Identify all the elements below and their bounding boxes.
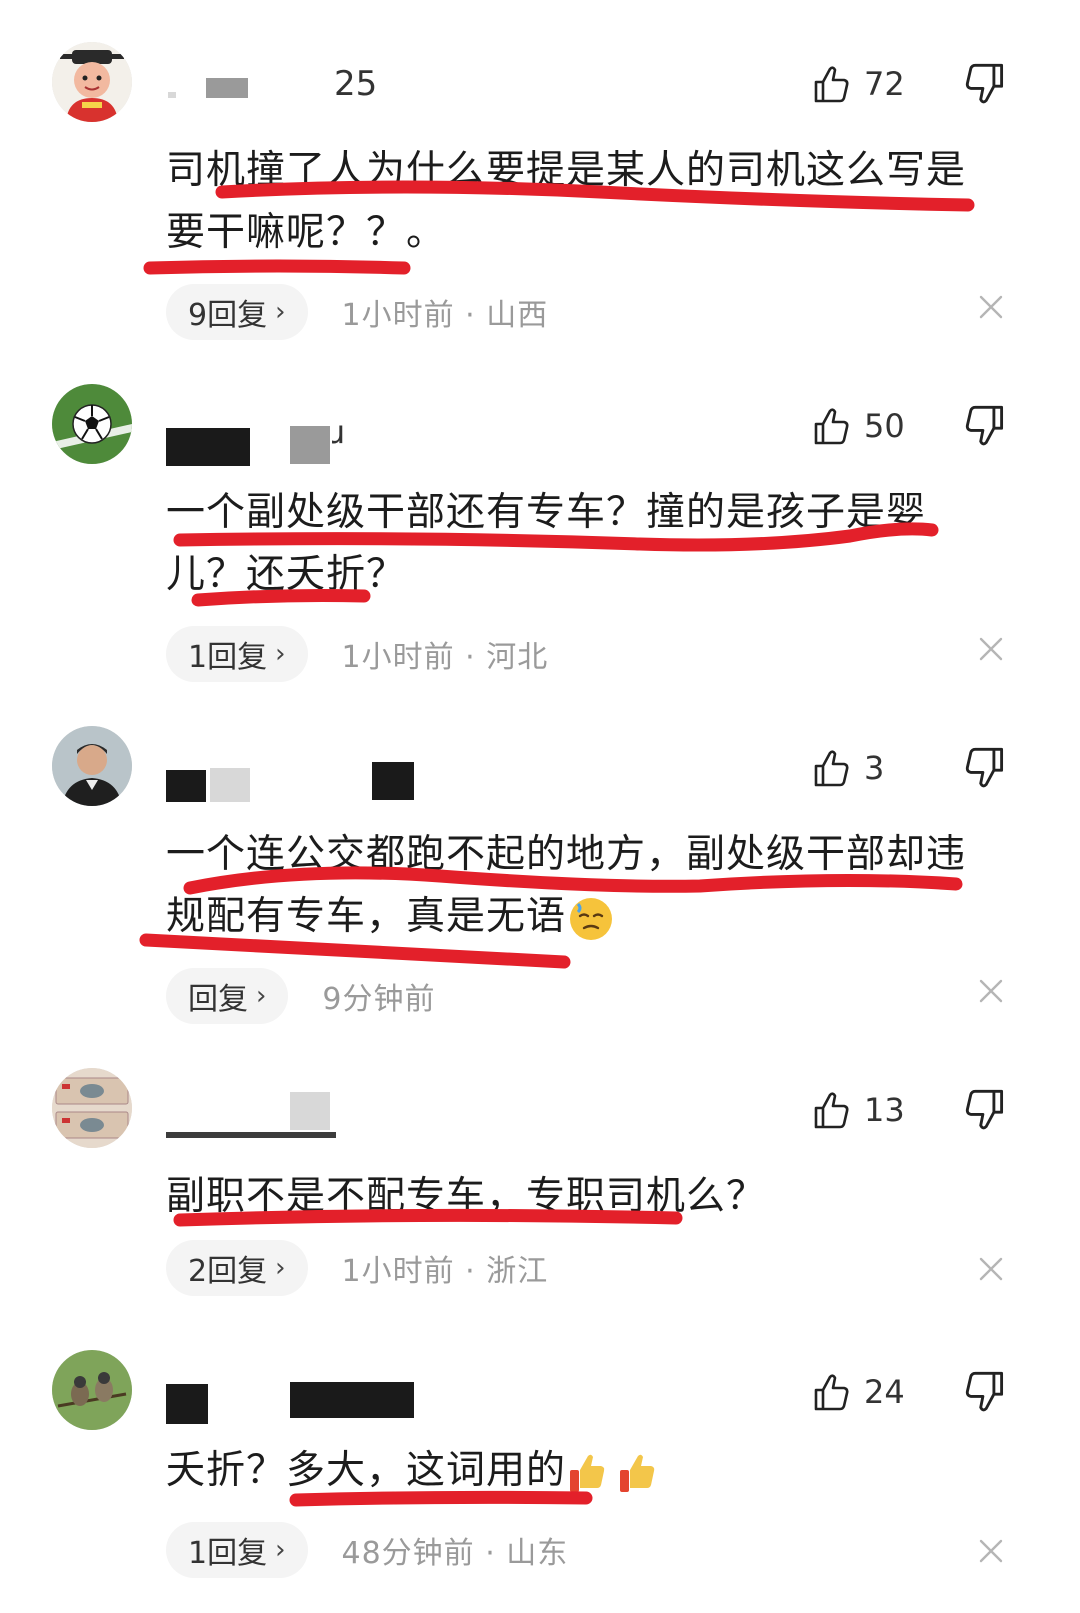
close-icon[interactable]: [976, 1536, 1006, 1566]
comment-meta: 2回复 › 1小时前 · 浙江: [166, 1240, 548, 1296]
comment-line: 司机撞了人为什么要提是某人的司机这么写是: [166, 148, 967, 193]
thumbs-up-icon: [814, 750, 849, 787]
comment-text: 一个连公交都跑不起的地方，副处级干部却违 规配有专车，真是无语: [166, 824, 1026, 948]
reply-count: 回复: [188, 982, 248, 1017]
like-button[interactable]: 13: [812, 1086, 905, 1134]
comment-item: 24 夭折？多大，这词用的 1回复 › 48分钟前 · 山东: [0, 1350, 1080, 1613]
like-button[interactable]: 50: [812, 402, 905, 450]
comment-line: 一个连公交都跑不起的地方，副处级干部却违: [166, 832, 967, 877]
thumbs-up-icon: [814, 1092, 849, 1129]
close-icon[interactable]: [976, 976, 1006, 1006]
birds-avatar-icon: [52, 1350, 132, 1430]
like-count: 13: [864, 1091, 905, 1129]
reply-button[interactable]: 1回复 ›: [166, 1522, 308, 1578]
chevron-right-icon: ›: [275, 639, 286, 669]
dislike-button[interactable]: [962, 746, 1006, 794]
sleepy-face-emoji-icon: [570, 897, 613, 940]
comment-meta: 1回复 › 1小时前 · 河北: [166, 626, 548, 682]
dislike-button[interactable]: [962, 404, 1006, 452]
time-location: 1小时前 · 河北: [341, 640, 549, 675]
soccer-ball-avatar-icon: [52, 384, 132, 464]
thumbs-up-icon: [814, 66, 849, 103]
comment-text: 一个副处级干部还有专车？撞的是孩子是婴 儿？还夭折？: [166, 482, 1026, 606]
time-location: 1小时前 · 山西: [341, 298, 549, 333]
thumbs-up-icon: [814, 408, 849, 445]
comment-meta: 9回复 › 1小时前 · 山西: [166, 284, 548, 340]
username-text: ɹ: [332, 413, 346, 451]
thumbs-up-icon: [814, 1374, 849, 1411]
like-count: 3: [864, 749, 885, 787]
man-portrait-avatar-icon: [52, 726, 132, 806]
close-icon[interactable]: [976, 292, 1006, 322]
like-count: 24: [864, 1373, 905, 1411]
like-count: 72: [864, 65, 905, 103]
reply-count: 2回复: [188, 1254, 268, 1289]
comment-line: 儿？还夭折？: [166, 552, 407, 597]
reply-count: 1回复: [188, 1536, 268, 1571]
comment-item: ɹ 50 一个副处级干部还有专车？撞的是孩子是婴 儿？还夭折？ 1回复 › 1小…: [0, 384, 1080, 724]
chevron-right-icon: ›: [256, 981, 267, 1011]
comment-line: 一个副处级干部还有专车？撞的是孩子是婴: [166, 490, 927, 535]
avatar[interactable]: [52, 42, 132, 122]
comment-line: 规配有专车，真是无语: [166, 894, 567, 939]
chevron-right-icon: ›: [275, 297, 286, 327]
banknote-avatar-icon: [52, 1068, 132, 1148]
comment-item: 25 72 司机撞了人为什么要提是某人的司机这么写是 要干嘛呢？？。 9回复 ›…: [0, 42, 1080, 382]
thumbs-up-emoji-icon: [570, 1454, 655, 1492]
comment-text: 夭折？多大，这词用的: [166, 1440, 1026, 1502]
like-button[interactable]: 3: [812, 744, 884, 792]
thumbs-down-icon: [965, 1089, 1004, 1130]
like-count: 50: [864, 407, 905, 445]
comment-meta: 回复 › 9分钟前: [166, 968, 436, 1024]
avatar[interactable]: [52, 384, 132, 464]
comment-line: 副职不是不配专车，专职司机么？: [166, 1174, 767, 1219]
close-icon[interactable]: [976, 1254, 1006, 1284]
comment-line: 要干嘛呢？？。: [166, 210, 447, 255]
close-icon[interactable]: [976, 634, 1006, 664]
dislike-button[interactable]: [962, 62, 1006, 110]
time-location: 9分钟前: [322, 982, 436, 1017]
cartoon-official-avatar-icon: [52, 42, 132, 122]
thumbs-down-icon: [965, 405, 1004, 446]
username-text: 25: [334, 64, 378, 104]
comment-text: 副职不是不配专车，专职司机么？: [166, 1166, 1026, 1228]
reply-button[interactable]: 1回复 ›: [166, 626, 308, 682]
time-location: 48分钟前 · 山东: [341, 1536, 569, 1571]
like-button[interactable]: 72: [812, 60, 905, 108]
reply-button[interactable]: 2回复 ›: [166, 1240, 308, 1296]
thumbs-down-icon: [965, 63, 1004, 104]
thumbs-down-icon: [965, 747, 1004, 788]
reply-count: 9回复: [188, 298, 268, 333]
reply-count: 1回复: [188, 640, 268, 675]
comment-item: 3 一个连公交都跑不起的地方，副处级干部却违 规配有专车，真是无语 回复 › 9…: [0, 726, 1080, 1066]
like-button[interactable]: 24: [812, 1368, 905, 1416]
thumbs-down-icon: [965, 1371, 1004, 1412]
avatar[interactable]: [52, 726, 132, 806]
comment-line: 夭折？多大，这词用的: [166, 1448, 567, 1493]
avatar[interactable]: [52, 1068, 132, 1148]
reply-button[interactable]: 回复 ›: [166, 968, 289, 1024]
chevron-right-icon: ›: [275, 1535, 286, 1565]
comment-meta: 1回复 › 48分钟前 · 山东: [166, 1522, 568, 1578]
dislike-button[interactable]: [962, 1370, 1006, 1418]
comment-text: 司机撞了人为什么要提是某人的司机这么写是 要干嘛呢？？。: [166, 140, 1026, 264]
time-location: 1小时前 · 浙江: [341, 1254, 549, 1289]
reply-button[interactable]: 9回复 ›: [166, 284, 308, 340]
dislike-button[interactable]: [962, 1088, 1006, 1136]
chevron-right-icon: ›: [275, 1253, 286, 1283]
avatar[interactable]: [52, 1350, 132, 1430]
